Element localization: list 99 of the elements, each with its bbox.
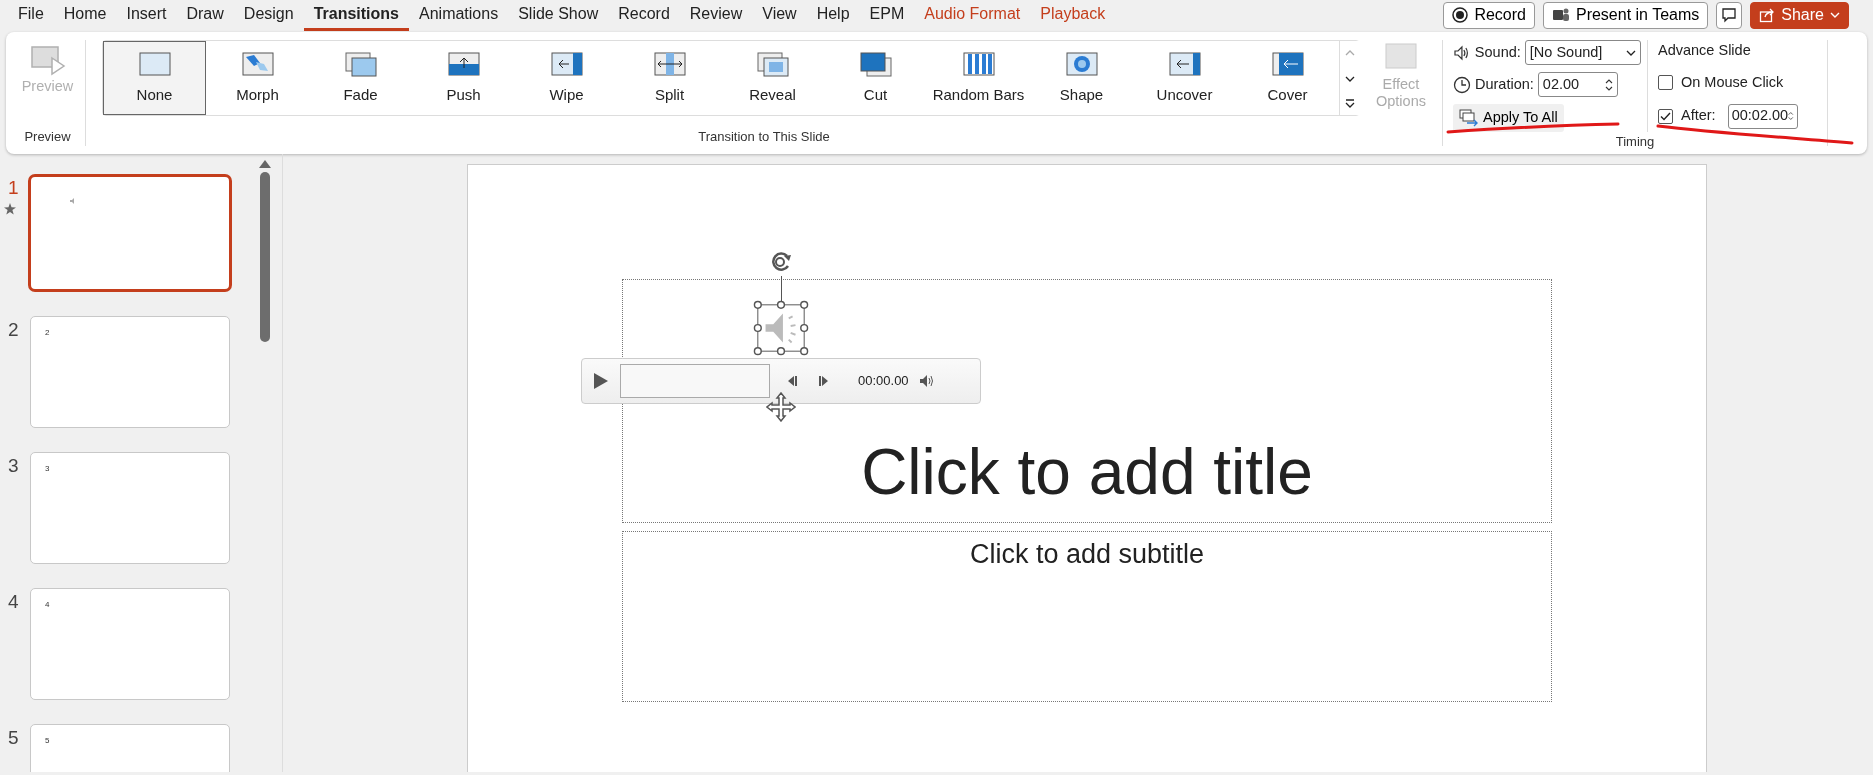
transition-thumbnail-icon xyxy=(445,49,482,78)
transition-option[interactable]: Push xyxy=(412,41,515,115)
record-button[interactable]: Record xyxy=(1443,1,1535,29)
menu-tab[interactable]: Review xyxy=(679,0,753,31)
thumbnail-text: 2 xyxy=(45,327,50,339)
record-icon xyxy=(1452,7,1469,23)
transition-thumbnail-icon xyxy=(1063,49,1100,78)
transition-thumbnail-icon xyxy=(960,49,997,78)
transition-thumbnail-icon xyxy=(548,49,585,78)
slide-thumbnail[interactable] xyxy=(28,174,232,292)
transition-thumbnail-icon xyxy=(651,49,688,78)
clock-icon xyxy=(1453,75,1471,94)
playback-time: 00:00.00 xyxy=(858,372,909,391)
share-button[interactable]: Share xyxy=(1750,1,1849,29)
comments-button[interactable] xyxy=(1716,1,1743,29)
menu-tab[interactable]: Design xyxy=(233,0,304,31)
present-in-teams-button[interactable]: Present in Teams xyxy=(1542,1,1709,29)
menu-tab[interactable]: Audio Format xyxy=(914,0,1031,31)
slide-number: 4 xyxy=(7,590,20,614)
sound-dropdown[interactable]: [No Sound] xyxy=(1524,40,1641,65)
menu-tab[interactable]: Record xyxy=(608,0,680,31)
field-label: Sound: xyxy=(1474,42,1521,62)
thumbnail-text: 5 xyxy=(45,735,50,747)
share-icon xyxy=(1759,7,1776,23)
skip-back-icon[interactable] xyxy=(786,375,798,387)
apply-to-all-button[interactable]: Apply To All xyxy=(1453,104,1564,132)
subtitle-placeholder[interactable]: Click to add subtitle xyxy=(622,531,1552,702)
slide-thumbnail[interactable]: 4 xyxy=(30,588,230,700)
scroll-up-arrow-icon[interactable] xyxy=(259,160,271,168)
checkbox-label: On Mouse Click xyxy=(1681,72,1784,92)
skip-forward-icon[interactable] xyxy=(818,375,830,387)
spin-arrows-icon xyxy=(1604,77,1613,92)
slide-thumbnail[interactable]: 3 xyxy=(30,452,230,564)
preview-icon xyxy=(29,44,66,76)
effect-options-icon xyxy=(1384,42,1418,70)
menu-tab[interactable]: Playback xyxy=(1030,0,1116,31)
title-placeholder-text: Click to add title xyxy=(861,440,1313,504)
transition-option[interactable]: Wipe xyxy=(515,41,618,115)
menu-tab[interactable]: Insert xyxy=(116,0,177,31)
menu-tab[interactable]: Help xyxy=(806,0,860,31)
transition-option[interactable]: Morph xyxy=(206,41,309,115)
group-label: Transition to This Slide xyxy=(698,127,830,146)
transition-option[interactable]: Split xyxy=(618,41,721,115)
transition-thumbnail-icon xyxy=(136,49,173,78)
checkbox[interactable] xyxy=(1658,108,1673,124)
menu-tab[interactable]: EPM xyxy=(859,0,915,31)
transition-thumbnail-icon xyxy=(754,49,791,78)
transition-thumbnail-icon xyxy=(342,49,379,78)
transition-option[interactable]: Cover xyxy=(1236,41,1339,115)
checkmark-icon xyxy=(1660,111,1671,121)
move-handle-icon[interactable] xyxy=(766,392,796,422)
group-label: Preview xyxy=(24,127,71,146)
menu-tab[interactable]: File xyxy=(8,0,54,31)
stacked-slides-icon xyxy=(1459,108,1479,127)
after-time-spinner[interactable]: 00:02.00 xyxy=(1727,103,1798,129)
comment-icon xyxy=(1721,7,1738,23)
selected-audio-icon[interactable] xyxy=(753,300,809,356)
menu-tab[interactable]: View xyxy=(752,0,807,31)
scrollbar-thumb[interactable] xyxy=(260,172,270,342)
thumbnail-text: 4 xyxy=(45,599,50,611)
caret-icon xyxy=(1830,11,1840,19)
slide-number: 5 xyxy=(7,726,20,750)
transition-option[interactable]: Random Bars xyxy=(927,41,1030,115)
transition-option[interactable]: Cut xyxy=(824,41,927,115)
slide-number: 2 xyxy=(7,318,20,342)
more-icon xyxy=(1343,96,1357,109)
checkbox-label: After: xyxy=(1681,106,1716,126)
menu-tab[interactable]: Animations xyxy=(409,0,509,31)
slide-number: 1 xyxy=(7,176,20,200)
menu-tab[interactable]: Draw xyxy=(176,0,234,31)
play-icon[interactable] xyxy=(592,371,610,391)
subtitle-placeholder-text: Click to add subtitle xyxy=(969,538,1205,571)
speaker-icon xyxy=(69,197,77,205)
dropdown-caret-icon xyxy=(1626,48,1636,57)
transition-option[interactable]: None xyxy=(103,41,206,115)
audio-progress-track[interactable] xyxy=(620,364,770,398)
slide-thumbnail[interactable]: 5 xyxy=(30,724,230,772)
teams-icon xyxy=(1551,7,1570,23)
transition-thumbnail-icon xyxy=(1269,49,1306,78)
duration-spinner[interactable]: 02.00 xyxy=(1537,72,1618,97)
menu-tab[interactable]: Home xyxy=(53,0,117,31)
transition-option[interactable]: Uncover xyxy=(1133,41,1236,115)
transition-thumbnail-icon xyxy=(857,49,894,78)
section-heading: Advance Slide xyxy=(1658,41,1752,60)
transition-thumbnail-icon xyxy=(1166,49,1203,78)
field-label: Duration: xyxy=(1475,74,1534,94)
slide-number: 3 xyxy=(7,454,20,478)
speaker-icon xyxy=(1453,44,1471,61)
spin-arrows-icon xyxy=(1788,109,1794,123)
transition-option[interactable]: Shape xyxy=(1030,41,1133,115)
transition-option[interactable]: Fade xyxy=(309,41,412,115)
transition-option[interactable]: Reveal xyxy=(721,41,824,115)
checkbox[interactable] xyxy=(1658,75,1673,91)
thumbnail-text: 3 xyxy=(45,463,50,475)
group-label: Timing xyxy=(1615,132,1655,151)
rotation-connector xyxy=(781,276,782,302)
menu-tab[interactable]: Slide Show xyxy=(508,0,609,31)
transition-thumbnail-icon xyxy=(239,49,276,78)
slide-thumbnail[interactable]: 2 xyxy=(30,316,230,428)
